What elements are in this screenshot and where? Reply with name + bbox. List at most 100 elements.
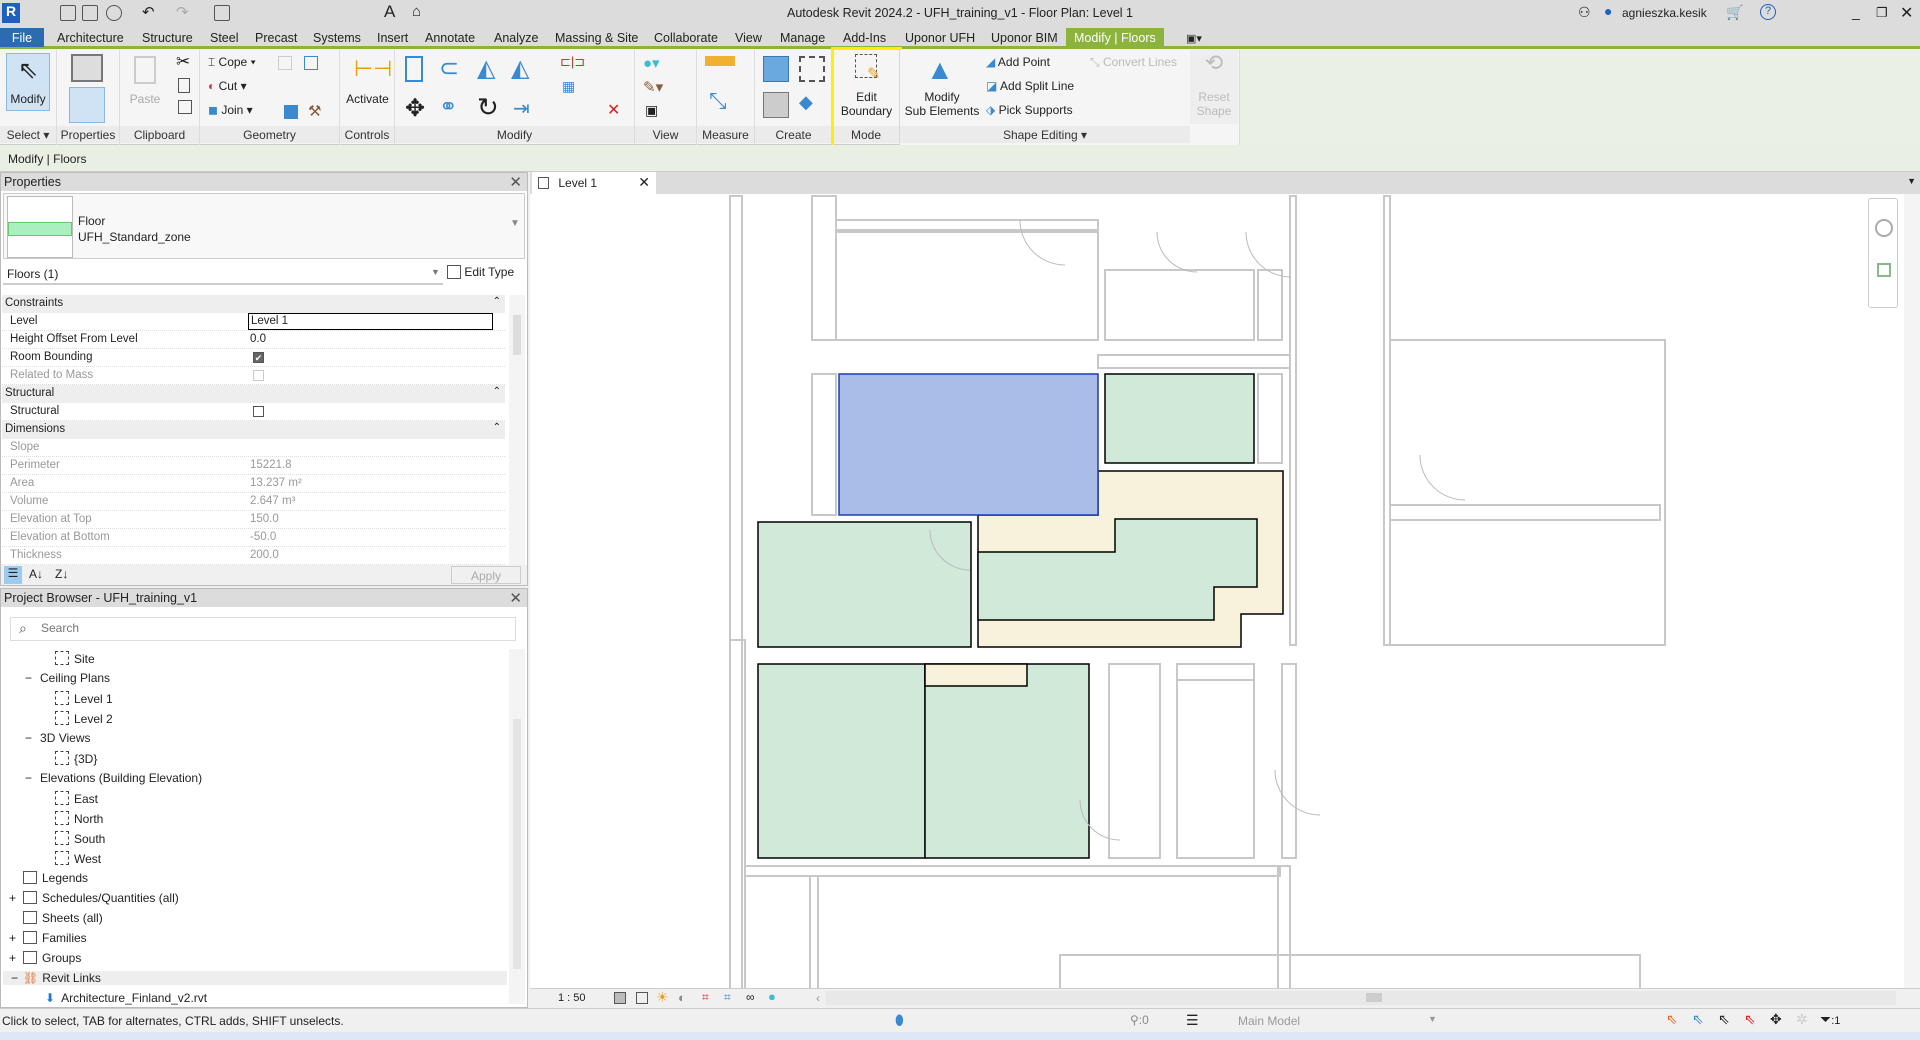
cut-button[interactable]: ◐ Cut ▾	[208, 79, 247, 93]
tab-annotate[interactable]: Annotate	[425, 31, 475, 45]
apply-button[interactable]: Apply	[451, 566, 521, 584]
collapse-icon[interactable]: ⌃	[493, 422, 501, 433]
user-icon[interactable]: ●	[1604, 3, 1612, 19]
select-dropdown[interactable]: Select ▾	[0, 126, 56, 143]
level-field[interactable]: Level 1	[248, 313, 493, 330]
floor-selected[interactable]	[838, 373, 1099, 516]
steering-wheel-icon[interactable]	[1875, 219, 1893, 237]
collapse-icon[interactable]: −	[25, 771, 32, 785]
close-button[interactable]: ✕	[1900, 3, 1913, 23]
instance-filter[interactable]: Floors (1) ▼	[3, 263, 443, 285]
create-similar-icon[interactable]: ◆	[799, 92, 813, 113]
browser-item[interactable]: Sheets (all)	[23, 911, 103, 925]
background-process-icon[interactable]: ✲	[1796, 1011, 1808, 1028]
visual-style-icon[interactable]	[636, 992, 648, 1004]
zoom-icon[interactable]	[1877, 263, 1891, 277]
cart-icon[interactable]: 🛒	[1726, 4, 1743, 21]
filter-icon[interactable]: ⏷:1	[1820, 1011, 1840, 1028]
collapse-icon[interactable]: −	[25, 731, 32, 745]
restore-button[interactable]: ❐	[1876, 5, 1888, 21]
select-links-icon[interactable]: ⇖	[1666, 1011, 1678, 1028]
view-scale[interactable]: 1 : 50	[558, 992, 586, 1004]
modify-sub-elements-icon[interactable]: ▲	[926, 54, 954, 86]
floor-green-zone[interactable]	[1104, 373, 1255, 464]
browser-item[interactable]: South	[55, 831, 105, 846]
browser-item[interactable]: ⬇ Architecture_Finland_v2.rvt	[45, 991, 207, 1005]
edit-type-button[interactable]: Edit Type	[447, 265, 514, 279]
drag-elements-icon[interactable]: ✥	[1770, 1011, 1782, 1028]
tab-collaborate[interactable]: Collaborate	[654, 31, 718, 45]
paint-icon[interactable]	[284, 105, 298, 119]
offset-icon[interactable]: ⊂	[439, 54, 459, 83]
selection-count[interactable]: ⚲:0	[1130, 1013, 1149, 1027]
join-button[interactable]: ◼ Join ▾	[208, 103, 253, 117]
delete-icon[interactable]: ✕	[607, 100, 620, 120]
create-group-icon[interactable]	[799, 56, 825, 82]
navigation-bar[interactable]	[1868, 198, 1898, 308]
mirror-axis-icon[interactable]: ◭	[477, 54, 495, 83]
paste-icon[interactable]	[134, 56, 156, 84]
activate-icon[interactable]: ⊢⊣	[354, 56, 392, 82]
properties-icon[interactable]	[69, 87, 105, 123]
group-dimensions[interactable]: Dimensions ⌃	[2, 421, 505, 439]
floor-yellow-zone[interactable]	[924, 663, 1028, 687]
collapse-icon[interactable]: ⌃	[493, 296, 501, 307]
mirror-draw-icon[interactable]: ◭	[511, 54, 529, 83]
collapse-icon[interactable]: ⌃	[493, 386, 501, 397]
wall-joins-icon[interactable]	[278, 56, 292, 70]
browser-item[interactable]: + Families	[9, 931, 87, 945]
move-icon[interactable]: ✥	[405, 94, 425, 123]
browser-item[interactable]: − Ceiling Plans	[25, 671, 110, 685]
add-split-line-button[interactable]: ◪ Add Split Line	[986, 79, 1074, 93]
rotate-icon[interactable]: ↻	[477, 92, 499, 123]
type-selector[interactable]: Floor UFH_Standard_zone ▼	[3, 193, 525, 259]
view-tab-level-1[interactable]: Level 1 ✕	[532, 172, 656, 194]
browser-item[interactable]: West	[55, 851, 101, 866]
tab-view[interactable]: View	[735, 31, 762, 45]
browser-item[interactable]: − Elevations (Building Elevation)	[25, 771, 202, 785]
properties-scrollbar[interactable]	[509, 295, 525, 565]
align-icon[interactable]	[405, 56, 423, 82]
search-input[interactable]	[41, 621, 501, 635]
create-assembly-icon[interactable]	[763, 56, 789, 82]
tab-massing-site[interactable]: Massing & Site	[555, 31, 638, 45]
expand-icon[interactable]: +	[9, 951, 16, 965]
tab-analyze[interactable]: Analyze	[494, 31, 538, 45]
structural-checkbox[interactable]	[253, 406, 264, 417]
cut-scissors-icon[interactable]: ✂	[176, 52, 190, 72]
tab-uponor-bim[interactable]: Uponor BIM	[991, 31, 1058, 45]
horizontal-scroll-left-icon[interactable]: ‹	[816, 991, 820, 1005]
tab-uponor-ufh[interactable]: Uponor UFH	[905, 31, 975, 45]
expand-icon[interactable]: −	[11, 971, 18, 985]
convert-lines-button[interactable]: ⤡ Convert Lines	[1090, 55, 1177, 70]
floor-green-zone[interactable]	[757, 521, 972, 648]
sort-asc-icon[interactable]: A↓	[29, 567, 43, 581]
crop-view-icon[interactable]: ⌗	[702, 990, 709, 1005]
design-options-icon[interactable]: ☰	[1186, 1012, 1199, 1029]
browser-item[interactable]: + Schedules/Quantities (all)	[9, 891, 179, 905]
create-parts-icon[interactable]	[763, 92, 789, 118]
demolish-icon[interactable]: ⚒	[308, 102, 321, 120]
shape-editing-panel-label[interactable]: Shape Editing ▾	[900, 126, 1190, 143]
override-graphics-icon[interactable]: ✎▾	[643, 78, 663, 96]
categorized-icon[interactable]: ☰	[4, 566, 22, 584]
canvas-vertical-scrollbar[interactable]	[1904, 194, 1920, 988]
linework-icon[interactable]: ▣	[645, 102, 658, 119]
model-selector[interactable]: Main Model	[1238, 1014, 1300, 1028]
floor-plan[interactable]	[530, 194, 1920, 1001]
floor-green-zone[interactable]	[757, 663, 926, 859]
help-icon[interactable]: ?	[1760, 4, 1776, 20]
type-dropdown-icon[interactable]: ▼	[510, 218, 520, 229]
binoculars-icon[interactable]: ⚇	[1578, 4, 1591, 21]
drawing-canvas[interactable]	[530, 194, 1920, 1001]
model-dropdown-icon[interactable]: ▼	[1428, 1014, 1437, 1024]
browser-item[interactable]: − ⛓ Revit Links	[3, 971, 507, 985]
height-offset-field[interactable]: 0.0	[250, 333, 266, 345]
properties-close-icon[interactable]: ✕	[509, 173, 522, 191]
tab-modify-floors[interactable]: Modify | Floors	[1066, 28, 1164, 49]
browser-scrollbar[interactable]	[509, 649, 525, 1004]
measure-icon[interactable]	[705, 56, 735, 66]
modify-sub-elements-button[interactable]: Modify Sub Elements	[900, 90, 984, 118]
browser-item[interactable]: North	[55, 811, 103, 826]
floor-green-zone[interactable]	[924, 663, 1090, 859]
